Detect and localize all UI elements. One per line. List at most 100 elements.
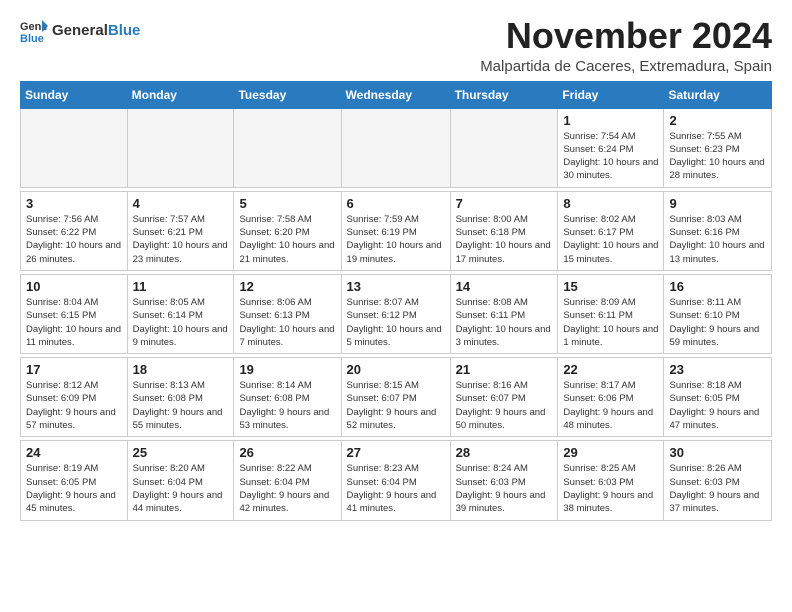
day-number: 11 (133, 279, 229, 294)
day-number: 5 (239, 196, 335, 211)
day-info: Sunrise: 8:08 AM Sunset: 6:11 PM Dayligh… (456, 296, 553, 349)
day-info: Sunrise: 8:07 AM Sunset: 6:12 PM Dayligh… (347, 296, 445, 349)
day-info: Sunrise: 7:58 AM Sunset: 6:20 PM Dayligh… (239, 213, 335, 266)
day-info: Sunrise: 8:20 AM Sunset: 6:04 PM Dayligh… (133, 462, 229, 515)
day-number: 1 (563, 113, 658, 128)
calendar-cell: 14 Sunrise: 8:08 AM Sunset: 6:11 PM Dayli… (450, 274, 558, 353)
weekday-header-monday: Monday (127, 81, 234, 108)
day-number: 25 (133, 445, 229, 460)
day-number: 24 (26, 445, 122, 460)
calendar-week-row: 10 Sunrise: 8:04 AM Sunset: 6:15 PM Dayli… (21, 274, 772, 353)
calendar-cell: 27Sunrise: 8:23 AM Sunset: 6:04 PM Dayli… (341, 441, 450, 520)
day-info: Sunrise: 7:59 AM Sunset: 6:19 PM Dayligh… (347, 213, 445, 266)
day-number: 28 (456, 445, 553, 460)
calendar-cell: 5 Sunrise: 7:58 AM Sunset: 6:20 PM Daylig… (234, 191, 341, 270)
day-info: Sunrise: 8:13 AM Sunset: 6:08 PM Dayligh… (133, 379, 229, 432)
calendar-cell (450, 108, 558, 187)
day-number: 6 (347, 196, 445, 211)
day-info: Sunrise: 7:55 AM Sunset: 6:23 PM Dayligh… (669, 130, 766, 183)
weekday-header-saturday: Saturday (664, 81, 772, 108)
month-title: November 2024 (480, 16, 772, 56)
weekday-header-row: SundayMondayTuesdayWednesdayThursdayFrid… (21, 81, 772, 108)
day-info: Sunrise: 8:04 AM Sunset: 6:15 PM Dayligh… (26, 296, 122, 349)
day-number: 9 (669, 196, 766, 211)
calendar-cell: 24 Sunrise: 8:19 AM Sunset: 6:05 PM Dayli… (21, 441, 128, 520)
day-info: Sunrise: 8:18 AM Sunset: 6:05 PM Dayligh… (669, 379, 766, 432)
day-info: Sunrise: 8:02 AM Sunset: 6:17 PM Dayligh… (563, 213, 658, 266)
day-info: Sunrise: 8:26 AM Sunset: 6:03 PM Dayligh… (669, 462, 766, 515)
day-info: Sunrise: 8:12 AM Sunset: 6:09 PM Dayligh… (26, 379, 122, 432)
weekday-header-sunday: Sunday (21, 81, 128, 108)
day-number: 10 (26, 279, 122, 294)
day-number: 2 (669, 113, 766, 128)
calendar-cell: 1 Sunrise: 7:54 AM Sunset: 6:24 PM Daylig… (558, 108, 664, 187)
calendar-table: SundayMondayTuesdayWednesdayThursdayFrid… (20, 81, 772, 521)
day-info: Sunrise: 7:56 AM Sunset: 6:22 PM Dayligh… (26, 213, 122, 266)
day-info: Sunrise: 8:06 AM Sunset: 6:13 PM Dayligh… (239, 296, 335, 349)
calendar-cell (21, 108, 128, 187)
calendar-cell: 2 Sunrise: 7:55 AM Sunset: 6:23 PM Daylig… (664, 108, 772, 187)
day-info: Sunrise: 7:54 AM Sunset: 6:24 PM Dayligh… (563, 130, 658, 183)
calendar-cell: 22 Sunrise: 8:17 AM Sunset: 6:06 PM Dayli… (558, 358, 664, 437)
logo-icon: General Blue (20, 16, 48, 44)
day-number: 27 (347, 445, 445, 460)
day-info: Sunrise: 8:00 AM Sunset: 6:18 PM Dayligh… (456, 213, 553, 266)
day-info: Sunrise: 8:11 AM Sunset: 6:10 PM Dayligh… (669, 296, 766, 349)
calendar-cell: 10 Sunrise: 8:04 AM Sunset: 6:15 PM Dayli… (21, 274, 128, 353)
calendar-cell: 19Sunrise: 8:14 AM Sunset: 6:08 PM Dayli… (234, 358, 341, 437)
day-number: 17 (26, 362, 122, 377)
calendar-cell: 11 Sunrise: 8:05 AM Sunset: 6:14 PM Dayli… (127, 274, 234, 353)
calendar-cell: 9 Sunrise: 8:03 AM Sunset: 6:16 PM Daylig… (664, 191, 772, 270)
logo: General Blue General Blue (20, 16, 140, 44)
day-number: 20 (347, 362, 445, 377)
day-number: 7 (456, 196, 553, 211)
weekday-header-wednesday: Wednesday (341, 81, 450, 108)
calendar-week-row: 3 Sunrise: 7:56 AM Sunset: 6:22 PM Daylig… (21, 191, 772, 270)
day-info: Sunrise: 8:14 AM Sunset: 6:08 PM Dayligh… (239, 379, 335, 432)
calendar-cell: 7 Sunrise: 8:00 AM Sunset: 6:18 PM Daylig… (450, 191, 558, 270)
day-info: Sunrise: 8:25 AM Sunset: 6:03 PM Dayligh… (563, 462, 658, 515)
day-info: Sunrise: 8:05 AM Sunset: 6:14 PM Dayligh… (133, 296, 229, 349)
day-info: Sunrise: 8:19 AM Sunset: 6:05 PM Dayligh… (26, 462, 122, 515)
logo-blue: Blue (108, 22, 141, 39)
svg-text:Blue: Blue (20, 33, 44, 44)
day-info: Sunrise: 8:03 AM Sunset: 6:16 PM Dayligh… (669, 213, 766, 266)
calendar-cell: 8Sunrise: 8:02 AM Sunset: 6:17 PM Daylig… (558, 191, 664, 270)
calendar-cell: 29Sunrise: 8:25 AM Sunset: 6:03 PM Dayli… (558, 441, 664, 520)
calendar-cell: 17 Sunrise: 8:12 AM Sunset: 6:09 PM Dayli… (21, 358, 128, 437)
calendar-week-row: 24 Sunrise: 8:19 AM Sunset: 6:05 PM Dayli… (21, 441, 772, 520)
day-info: Sunrise: 8:24 AM Sunset: 6:03 PM Dayligh… (456, 462, 553, 515)
day-number: 12 (239, 279, 335, 294)
calendar-cell: 26 Sunrise: 8:22 AM Sunset: 6:04 PM Dayli… (234, 441, 341, 520)
day-number: 26 (239, 445, 335, 460)
calendar-cell: 20Sunrise: 8:15 AM Sunset: 6:07 PM Dayli… (341, 358, 450, 437)
calendar-cell: 28 Sunrise: 8:24 AM Sunset: 6:03 PM Dayli… (450, 441, 558, 520)
day-info: Sunrise: 7:57 AM Sunset: 6:21 PM Dayligh… (133, 213, 229, 266)
calendar-cell: 15Sunrise: 8:09 AM Sunset: 6:11 PM Dayli… (558, 274, 664, 353)
day-number: 14 (456, 279, 553, 294)
day-number: 13 (347, 279, 445, 294)
day-info: Sunrise: 8:17 AM Sunset: 6:06 PM Dayligh… (563, 379, 658, 432)
day-number: 23 (669, 362, 766, 377)
calendar-cell: 23 Sunrise: 8:18 AM Sunset: 6:05 PM Dayli… (664, 358, 772, 437)
day-number: 3 (26, 196, 122, 211)
calendar-cell: 6 Sunrise: 7:59 AM Sunset: 6:19 PM Daylig… (341, 191, 450, 270)
day-number: 18 (133, 362, 229, 377)
day-info: Sunrise: 8:16 AM Sunset: 6:07 PM Dayligh… (456, 379, 553, 432)
day-number: 30 (669, 445, 766, 460)
page-header: General Blue General Blue November 2024 … (20, 16, 772, 75)
weekday-header-tuesday: Tuesday (234, 81, 341, 108)
day-number: 21 (456, 362, 553, 377)
calendar-week-row: 17 Sunrise: 8:12 AM Sunset: 6:09 PM Dayli… (21, 358, 772, 437)
calendar-cell: 21 Sunrise: 8:16 AM Sunset: 6:07 PM Dayli… (450, 358, 558, 437)
day-number: 22 (563, 362, 658, 377)
calendar-cell: 13 Sunrise: 8:07 AM Sunset: 6:12 PM Dayli… (341, 274, 450, 353)
calendar-cell: 4Sunrise: 7:57 AM Sunset: 6:21 PM Daylig… (127, 191, 234, 270)
calendar-cell (234, 108, 341, 187)
calendar-cell (341, 108, 450, 187)
title-area: November 2024 Malpartida de Caceres, Ext… (480, 16, 772, 75)
calendar-cell: 30 Sunrise: 8:26 AM Sunset: 6:03 PM Dayli… (664, 441, 772, 520)
calendar-cell: 25 Sunrise: 8:20 AM Sunset: 6:04 PM Dayli… (127, 441, 234, 520)
day-info: Sunrise: 8:22 AM Sunset: 6:04 PM Dayligh… (239, 462, 335, 515)
day-info: Sunrise: 8:09 AM Sunset: 6:11 PM Dayligh… (563, 296, 658, 349)
